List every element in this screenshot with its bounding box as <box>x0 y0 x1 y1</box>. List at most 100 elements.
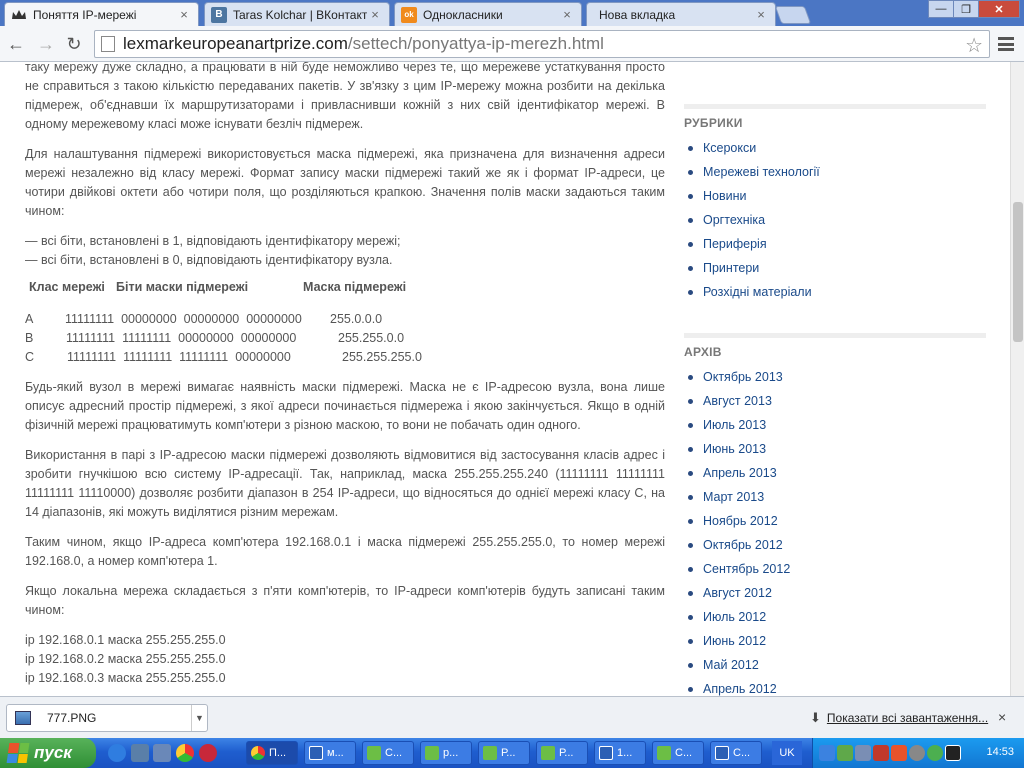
reload-button[interactable]: ↻ <box>62 32 86 56</box>
tab-close-icon[interactable]: × <box>753 7 769 22</box>
tab-close-icon[interactable]: × <box>176 7 192 22</box>
back-button[interactable]: ← <box>4 32 28 56</box>
archive-link[interactable]: Июль 2013 <box>684 417 986 441</box>
column-header: Маска підмережі <box>303 280 407 294</box>
archive-list: Октябрь 2013 Август 2013 Июль 2013 Июнь … <box>684 369 986 696</box>
desktop-quicklaunch-icon[interactable] <box>131 744 149 762</box>
article-paragraph: Будь-який вузол в мережі вимагає наявніс… <box>25 380 665 432</box>
tray-app-icon[interactable] <box>837 745 853 761</box>
taskbar-button[interactable]: С... <box>710 741 762 765</box>
archive-link[interactable]: Апрель 2013 <box>684 465 986 489</box>
tab-odnoklassniki[interactable]: ok Однокласники × <box>394 2 582 26</box>
chrome-quicklaunch-icon[interactable] <box>176 744 194 762</box>
mask-rule-line: — всі біти, встановлені в 1, відповідают… <box>25 234 401 248</box>
scrollbar-thumb[interactable] <box>1013 202 1023 342</box>
security-tray-icon[interactable] <box>891 745 907 761</box>
tab-ip-networks[interactable]: Поняття IP-мережі × <box>4 2 199 26</box>
taskbar-button[interactable]: м... <box>304 741 356 765</box>
table-cell: 11111111 00000000 00000000 00000000 <box>65 312 302 326</box>
rubric-link[interactable]: Периферія <box>684 236 986 260</box>
opera-quicklaunch-icon[interactable] <box>199 744 217 762</box>
table-header: Клас мережі Біти маски підмережі Маска п… <box>25 278 665 300</box>
archive-title: АРХІВ <box>684 345 722 359</box>
chrome-menu-button[interactable] <box>996 34 1016 54</box>
table-cell: 255.255.0.0 <box>338 331 405 345</box>
table-cell: B <box>25 331 34 345</box>
taskbar-button[interactable]: С... <box>362 741 414 765</box>
rubric-link[interactable]: Новини <box>684 188 986 212</box>
taskbar-button[interactable]: Р... <box>536 741 588 765</box>
archive-link[interactable]: Май 2012 <box>684 657 986 681</box>
page-scrollbar[interactable] <box>1010 62 1024 696</box>
taskbar-button-chrome[interactable]: П... <box>246 741 298 765</box>
close-download-shelf-button[interactable]: × <box>998 709 1006 725</box>
rubric-link[interactable]: Ксерокси <box>684 140 986 164</box>
chrome-icon <box>251 746 265 760</box>
forward-button[interactable]: → <box>34 32 58 56</box>
ip-line: ip 192.168.0.2 маска 255.255.255.0 <box>25 652 226 666</box>
sidebar: РУБРИКИ Ксерокси Мережеві технології Нов… <box>684 104 986 696</box>
crown-icon <box>11 7 27 23</box>
tray-app-icon[interactable] <box>909 745 925 761</box>
show-all-label: Показати всі завантаження... <box>826 711 989 725</box>
ie-quicklaunch-icon[interactable] <box>108 744 126 762</box>
taskbar-button[interactable]: С... <box>652 741 704 765</box>
folder-icon <box>483 746 497 760</box>
bookmark-star-icon[interactable]: ☆ <box>965 33 983 58</box>
archive-link[interactable]: Август 2013 <box>684 393 986 417</box>
menu-bar <box>998 42 1014 46</box>
tab-strip: Поняття IP-мережі × В Taras Kolchar | ВК… <box>0 0 1024 26</box>
show-all-downloads-link[interactable]: ⬇ Показати всі завантаження... <box>810 710 988 726</box>
archive-link[interactable]: Март 2013 <box>684 489 986 513</box>
tray-app-icon[interactable] <box>945 745 961 761</box>
menu-bar <box>998 48 1014 51</box>
address-bar[interactable]: lexmarkeuropeanartprize.com/settech/pony… <box>94 30 990 58</box>
mask-rule-line: — всі біти, встановлені в 0, відповідают… <box>25 253 393 267</box>
archive-link[interactable]: Июнь 2012 <box>684 633 986 657</box>
table-cell: 255.255.255.0 <box>342 350 422 364</box>
rubric-link[interactable]: Принтери <box>684 260 986 284</box>
archive-link[interactable]: Октябрь 2012 <box>684 537 986 561</box>
vk-icon: В <box>211 6 227 23</box>
archive-link[interactable]: Октябрь 2013 <box>684 369 986 393</box>
maximize-button[interactable]: ❐ <box>953 0 979 18</box>
tab-new-tab[interactable]: Нова вкладка × <box>586 2 776 26</box>
save-quicklaunch-icon[interactable] <box>153 744 171 762</box>
word-icon <box>309 746 323 760</box>
tab-close-icon[interactable]: × <box>559 7 575 22</box>
archive-link[interactable]: Июнь 2013 <box>684 441 986 465</box>
tray-app-icon[interactable] <box>855 745 871 761</box>
download-options-dropdown[interactable]: ▼ <box>191 705 207 731</box>
new-tab-button[interactable] <box>774 6 812 24</box>
tab-vkontakte[interactable]: В Taras Kolchar | ВКонтакті × <box>204 2 390 26</box>
network-tray-icon[interactable] <box>819 745 835 761</box>
rubric-link[interactable]: Оргтехніка <box>684 212 986 236</box>
rubric-link[interactable]: Мережеві технології <box>684 164 986 188</box>
rubric-link[interactable]: Розхідні матеріали <box>684 284 986 308</box>
taskbar-button[interactable]: 1... <box>594 741 646 765</box>
browser-toolbar: ← → ↻ lexmarkeuropeanartprize.com/settec… <box>0 26 1024 62</box>
minimize-button[interactable]: — <box>928 0 954 18</box>
clock[interactable]: 14:53 <box>986 746 1014 758</box>
archive-link[interactable]: Апрель 2012 <box>684 681 986 696</box>
archive-link[interactable]: Сентябрь 2012 <box>684 561 986 585</box>
tray-app-icon[interactable] <box>927 745 943 761</box>
menu-bar <box>998 37 1014 40</box>
archive-link[interactable]: Август 2012 <box>684 585 986 609</box>
close-window-button[interactable]: ✕ <box>978 0 1020 18</box>
adobe-tray-icon[interactable] <box>873 745 889 761</box>
table-row: B 11111111 11111111 00000000 00000000 25… <box>25 329 665 348</box>
taskbar-button[interactable]: Р... <box>478 741 530 765</box>
archive-link[interactable]: Июль 2012 <box>684 609 986 633</box>
subnet-mask-table: Клас мережі Біти маски підмережі Маска п… <box>25 278 665 367</box>
tab-close-icon[interactable]: × <box>367 7 383 22</box>
language-indicator[interactable]: UK <box>772 741 802 765</box>
url-host: lexmarkeuropeanartprize.com <box>123 34 348 53</box>
article-paragraph: Таким чином, якщо IP-адреса комп'ютера 1… <box>25 535 665 568</box>
article-paragraph: Для налаштування підмережі використовуєт… <box>25 147 665 218</box>
download-item[interactable]: 777.PNG ▼ <box>6 704 208 732</box>
archive-link[interactable]: Ноябрь 2012 <box>684 513 986 537</box>
folder-icon <box>367 746 381 760</box>
start-button[interactable]: пуск <box>0 738 96 768</box>
taskbar-button[interactable]: р... <box>420 741 472 765</box>
